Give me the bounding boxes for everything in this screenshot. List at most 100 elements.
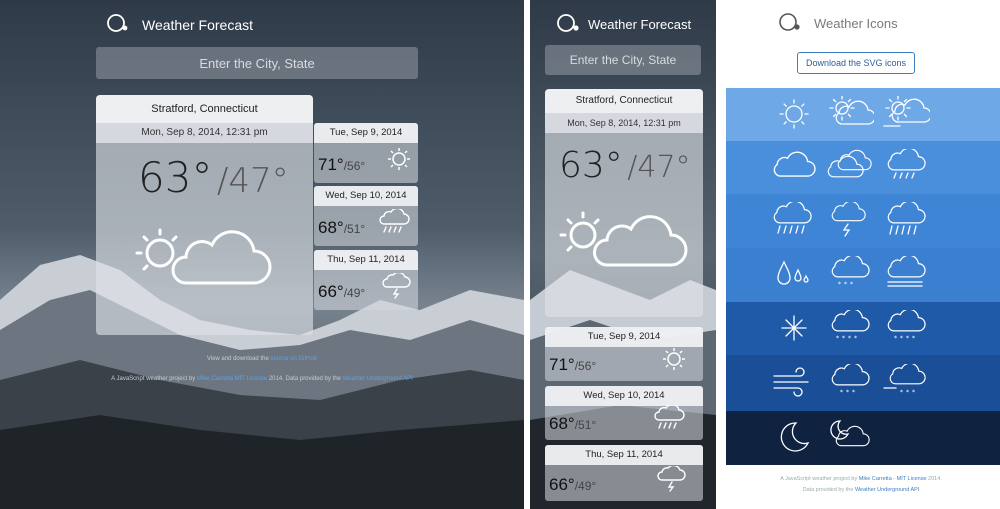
forecast-high: 68°	[318, 218, 344, 237]
icon-band	[726, 194, 1000, 248]
footer-year-text: 2014.	[928, 476, 942, 482]
credit-text: A JavaScript weather project by	[111, 376, 196, 382]
svg-text:*: *	[900, 335, 903, 342]
svg-text:*: *	[850, 281, 853, 288]
city-search-input[interactable]	[545, 45, 701, 75]
svg-text:*: *	[912, 389, 915, 396]
svg-text:*: *	[838, 281, 841, 288]
svg-text:*: *	[894, 335, 897, 342]
icon-band: * * * * * *	[726, 355, 1000, 411]
rain-cloud-icon	[378, 207, 412, 240]
forecast-card: Wed, Sep 10, 2014 68°/51°	[314, 186, 418, 246]
logo-icon	[556, 12, 580, 37]
partly-cloudy-icon[interactable]	[826, 95, 876, 139]
current-temps: 63° /47°	[138, 153, 289, 202]
forecast-temps: 71°/56°	[318, 155, 365, 175]
api-link[interactable]: Weather Underground API	[343, 376, 413, 382]
city-search-input[interactable]	[96, 47, 418, 79]
thunder-cloud-icon	[382, 271, 412, 304]
forecast-card: Tue, Sep 9, 2014 71°/56°	[545, 327, 703, 381]
sun-icon	[386, 146, 412, 177]
forecast-high: 68°	[549, 414, 575, 433]
current-low: /47°	[216, 161, 289, 201]
snow-cloud-icon[interactable]: * * * *	[882, 308, 930, 353]
footer-license-link[interactable]: MIT License	[897, 476, 927, 482]
partly-cloudy-icon	[134, 227, 274, 292]
credit-view-text: View and download the	[206, 356, 269, 362]
icons-preview: Weather Icons Download the SVG icons * * *…	[722, 0, 1000, 509]
icons-footer-line-2: Data provided by the Weather Underground…	[722, 487, 1000, 493]
svg-text:*: *	[912, 335, 915, 342]
current-low: /47°	[627, 150, 691, 185]
icon-band: * * *	[726, 248, 1000, 302]
forecast-date: Wed, Sep 10, 2014	[314, 186, 418, 206]
forecast-low: /51°	[574, 418, 597, 432]
download-svg-button[interactable]: Download the SVG icons	[797, 52, 915, 74]
svg-text:*: *	[836, 335, 839, 342]
current-high: 63°	[559, 145, 623, 186]
current-weather-card: Stratford, Connecticut Mon, Sep 8, 2014,…	[96, 95, 313, 335]
thunder-cloud-icon	[657, 464, 687, 497]
current-weather-card: Stratford, Connecticut Mon, Sep 8, 2014,…	[545, 89, 703, 317]
current-temps: 63° /47°	[559, 145, 691, 186]
fog-cloud-icon[interactable]	[882, 254, 930, 299]
drizzle-cloud-icon[interactable]	[882, 147, 930, 192]
forecast-temps: 68°/51°	[318, 218, 365, 238]
footer-text: Data provided by the	[802, 487, 854, 493]
license-link[interactable]: MIT License	[235, 376, 268, 382]
cloud-icon[interactable]	[770, 149, 818, 192]
mobile-preview: Weather Forecast Stratford, Connecticut …	[530, 0, 716, 509]
svg-text:*: *	[840, 389, 843, 396]
footer-author-link[interactable]: Mike Carretta	[859, 476, 892, 482]
sun-icon	[661, 346, 687, 377]
footer-text: A JavaScript weather project by	[780, 476, 858, 482]
svg-text:*: *	[844, 281, 847, 288]
forecast-low: /56°	[574, 359, 597, 373]
partly-cloudy-icon	[559, 209, 689, 274]
wind-icon[interactable]	[770, 364, 818, 407]
snowflake-icon[interactable]	[770, 310, 818, 353]
forecast-card: Thu, Sep 11, 2014 66°/49°	[314, 250, 418, 310]
author-link[interactable]: Mike Carretta	[197, 376, 233, 382]
heavy-rain-cloud-icon[interactable]	[882, 200, 930, 245]
current-datetime: Mon, Sep 8, 2014, 12:31 pm	[545, 113, 703, 133]
current-high: 63°	[138, 153, 213, 202]
sun-icon[interactable]	[770, 96, 818, 139]
footer-api-link[interactable]: Weather Underground API	[855, 487, 919, 493]
thunder-cloud-icon[interactable]	[826, 200, 874, 245]
logo-icon	[106, 12, 128, 37]
forecast-low: /56°	[343, 159, 366, 173]
credit-year-text: 2014. Data provided by the	[268, 376, 341, 382]
current-datetime: Mon, Sep 8, 2014, 12:31 pm	[96, 123, 313, 143]
app-title: Weather Forecast	[588, 17, 692, 32]
app-title: Weather Forecast	[142, 16, 254, 33]
forecast-temps: 66°/49°	[318, 282, 365, 302]
forecast-card: Wed, Sep 10, 2014 68°/51°	[545, 386, 703, 440]
flurries-cloud-icon[interactable]: * * *	[826, 362, 874, 407]
forecast-date: Wed, Sep 10, 2014	[545, 386, 703, 406]
current-city: Stratford, Connecticut	[96, 95, 313, 123]
windy-snow-cloud-icon[interactable]: * * *	[882, 362, 930, 407]
icon-band	[726, 88, 1000, 141]
sleet-cloud-icon[interactable]: * * *	[826, 254, 874, 299]
snow-rain-cloud-icon[interactable]: * * * *	[826, 308, 874, 353]
moon-icon[interactable]	[770, 419, 818, 462]
forecast-card: Tue, Sep 9, 2014 71°/56°	[314, 123, 418, 183]
sun-fog-icon[interactable]	[882, 95, 932, 139]
raindrops-icon[interactable]	[770, 256, 818, 299]
icon-band	[726, 411, 1000, 465]
forecast-date: Tue, Sep 9, 2014	[314, 123, 418, 143]
svg-text:*: *	[852, 389, 855, 396]
logo-icon	[778, 11, 802, 36]
svg-text:*: *	[842, 335, 845, 342]
forecast-date: Thu, Sep 11, 2014	[314, 250, 418, 270]
forecast-temps: 68°/51°	[549, 414, 596, 434]
rain-cloud-icon[interactable]	[770, 200, 818, 245]
clouds-icon[interactable]	[826, 149, 874, 192]
desktop-preview: Weather Forecast Stratford, Connecticut …	[0, 0, 524, 509]
github-link[interactable]: source on GitHub	[270, 356, 317, 362]
moon-cloud-icon[interactable]	[826, 419, 874, 462]
icons-brand: Weather Icons	[778, 11, 898, 36]
forecast-low: /49°	[343, 286, 366, 300]
svg-text:*: *	[906, 335, 909, 342]
